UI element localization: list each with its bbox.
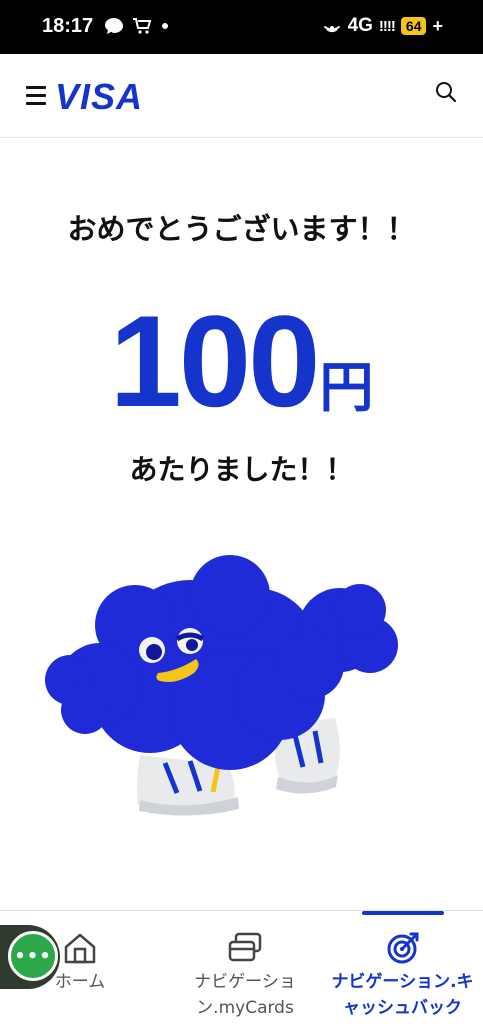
cards-icon [228,932,262,962]
network-type: 4G [347,15,373,36]
charging-indicator: + [432,15,443,36]
dot-icon [162,23,168,29]
prize-unit: 円 [319,356,374,419]
chat-bubble-icon [105,18,123,34]
search-icon[interactable] [435,81,457,103]
hotspot-icon [323,25,340,33]
status-bar: 18:17 4G !!!! 64 + [0,0,483,54]
bottom-navigation: ホーム ナビゲーショ ン.myCards ナビゲーション.キ ャッシュバック [0,910,483,1024]
menu-icon[interactable] [26,86,46,108]
won-message: あたりました！！ [129,453,354,486]
nav-cashback[interactable]: ナビゲーション.キ ャッシュバック [322,911,483,1024]
more-dots-icon: ••• [14,945,52,967]
prize-number: 100 [109,288,321,434]
app-header: VISA [0,54,483,138]
prize-amount: 100円 [0,286,483,436]
nav-cashback-label: ナビゲーション.キ ャッシュバック [331,972,474,1018]
cart-icon [133,18,152,34]
notification-icons [104,17,170,35]
cloud-body [45,555,398,770]
status-right: 4G !!!! 64 + [322,15,443,37]
signal-strength: !!!! [378,17,396,35]
nav-mycards-label: ナビゲーショ ン.myCards [194,972,296,1018]
status-time: 18:17 [42,15,94,37]
mascot-illustration [45,555,398,816]
visa-logo[interactable]: VISA [55,76,143,118]
target-icon [387,932,418,964]
home-icon [64,933,96,964]
chat-button[interactable]: ••• [8,931,58,981]
battery-level: 64 [400,17,427,35]
congrats-heading: おめでとうございます！！ [67,212,416,246]
nav-mycards[interactable]: ナビゲーショ ン.myCards [170,911,320,1024]
